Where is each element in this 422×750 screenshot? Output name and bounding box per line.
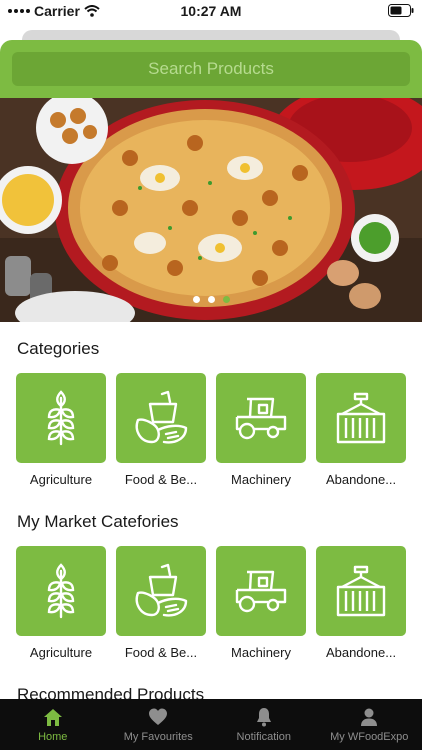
tab-favourites[interactable]: My Favourites — [106, 699, 212, 750]
search-input[interactable] — [12, 59, 410, 79]
bell-icon — [256, 708, 271, 727]
market-tile-machinery[interactable]: Machinery — [216, 546, 306, 660]
tab-label: My Favourites — [123, 731, 193, 743]
category-label: Agriculture — [29, 472, 93, 487]
tab-home[interactable]: Home — [0, 699, 106, 750]
category-label: Machinery — [231, 472, 291, 487]
market-category-label: Agriculture — [29, 645, 93, 660]
market-tile-abandoned[interactable]: Abandone... — [316, 546, 406, 660]
home-icon — [43, 709, 62, 726]
search-box[interactable] — [12, 52, 410, 86]
tractor-icon[interactable] — [216, 546, 306, 636]
tab-label: My WFoodExpo — [330, 731, 409, 743]
categories-row: Agriculture Food & Be... Machinery Aband… — [16, 373, 406, 487]
banner-image — [0, 98, 422, 322]
heart-icon — [149, 708, 168, 725]
container-icon[interactable] — [316, 373, 406, 463]
category-tile-food-beverage[interactable]: Food & Be... — [116, 373, 206, 487]
header-bar — [0, 40, 422, 98]
person-icon — [361, 708, 378, 726]
category-tile-machinery[interactable]: Machinery — [216, 373, 306, 487]
tab-notification[interactable]: Notification — [211, 699, 317, 750]
category-label: Food & Be... — [124, 472, 198, 487]
battery-icon — [388, 4, 414, 22]
status-time: 10:27 AM — [180, 3, 242, 19]
food-beverage-icon[interactable] — [116, 546, 206, 636]
market-category-label: Machinery — [231, 645, 291, 660]
tab-label: Home — [38, 731, 68, 743]
carousel-dot[interactable] — [207, 296, 215, 303]
carousel-dot-active[interactable] — [222, 296, 230, 303]
category-tile-abandoned[interactable]: Abandone... — [316, 373, 406, 487]
container-icon[interactable] — [316, 546, 406, 636]
wheat-icon[interactable] — [16, 373, 106, 463]
market-tile-food-beverage[interactable]: Food & Be... — [116, 546, 206, 660]
market-category-label: Food & Be... — [124, 645, 198, 660]
categories-title: Categories — [17, 339, 100, 358]
category-label: Abandone... — [325, 472, 397, 487]
category-tile-agriculture[interactable]: Agriculture — [16, 373, 106, 487]
wheat-icon[interactable] — [16, 546, 106, 636]
tab-label: Notification — [236, 731, 291, 743]
tractor-icon[interactable] — [216, 373, 306, 463]
tab-my-wfoodexpo[interactable]: My WFoodExpo — [317, 699, 422, 750]
tab-bar: Home My Favourites Notification My WFood… — [0, 699, 422, 750]
food-beverage-icon[interactable] — [116, 373, 206, 463]
market-category-label: Abandone... — [325, 645, 397, 660]
market-tile-agriculture[interactable]: Agriculture — [16, 546, 106, 660]
status-bar: Carrier 10:27 AM — [0, 0, 422, 22]
market-categories-row: Agriculture Food & Be... Machinery Aband… — [16, 546, 406, 660]
market-categories-title: My Market Catefories — [17, 512, 179, 531]
carousel-indicator[interactable] — [0, 296, 422, 303]
banner-carousel[interactable] — [0, 98, 422, 322]
carousel-dot[interactable] — [192, 296, 200, 303]
